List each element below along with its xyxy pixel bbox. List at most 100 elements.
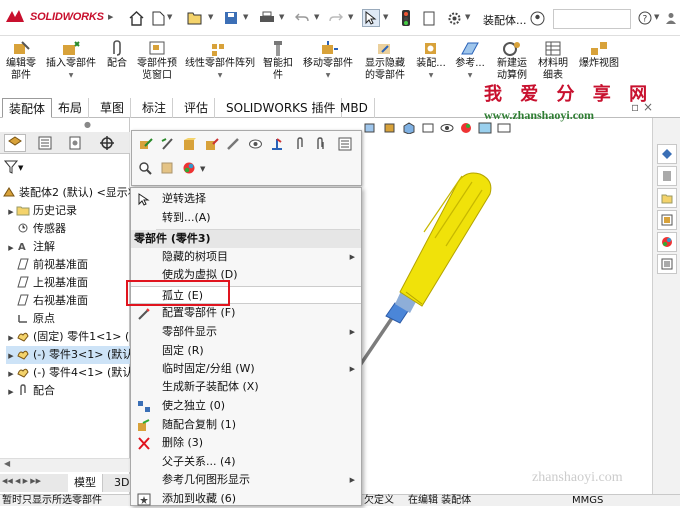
move-with-triad-icon[interactable] [268, 135, 286, 153]
view-orientation-icon[interactable] [402, 122, 416, 134]
panel-grip-icon[interactable]: ● [84, 120, 91, 129]
menu-item-fix[interactable]: 固定 (R) [131, 342, 361, 360]
tree-item-mates[interactable]: ▶ 配合 [6, 382, 55, 400]
save-icon[interactable] [222, 9, 240, 27]
tab-evaluate[interactable]: 评估 [178, 98, 216, 118]
menu-item-temporary-fix-group[interactable]: 临时固定/分组 (W) ▶ [131, 360, 361, 378]
tree-item-origin[interactable]: 原点 [6, 310, 55, 328]
appearances-scenes-icon[interactable] [657, 232, 677, 252]
undo-icon[interactable] [293, 9, 311, 27]
scroll-left-icon[interactable]: ◀ [4, 459, 10, 468]
configuration-manager-tab-icon[interactable] [64, 134, 86, 152]
save-caret[interactable]: ▼ [243, 13, 248, 21]
menu-item-configure-component[interactable]: 配置零部件 (F) [131, 304, 361, 322]
zoom-to-selection-icon[interactable] [136, 159, 154, 177]
menu-item-delete[interactable]: 删除 (3) [131, 434, 361, 452]
zoom-to-fit-icon[interactable] [364, 122, 378, 134]
options-caret[interactable]: ▼ [465, 13, 470, 21]
show-hidden-components-button[interactable]: 显示隐藏 的零部件 [361, 40, 409, 82]
caret-down-icon[interactable]: ▼ [468, 70, 473, 82]
user-icon[interactable] [662, 9, 680, 27]
bill-of-materials-button[interactable]: 材料明 细表 [535, 40, 571, 82]
open-part-icon[interactable] [180, 135, 198, 153]
help-icon[interactable]: ? [636, 9, 654, 27]
caret-down-icon[interactable]: ▼ [69, 70, 74, 82]
solidworks-resources-icon[interactable] [657, 144, 677, 164]
expand-arrow-icon[interactable]: ▶ [6, 347, 16, 365]
feature-tree-tab-icon[interactable] [4, 134, 26, 152]
menu-item-add-to-favorites[interactable]: 添加到收藏 (6) [131, 490, 361, 508]
undo-caret[interactable]: ▼ [314, 13, 319, 21]
tab-mbd[interactable]: MBD [334, 98, 375, 118]
redo-icon[interactable] [327, 9, 345, 27]
new-file-icon[interactable] [149, 9, 167, 27]
custom-properties-icon[interactable] [657, 254, 677, 274]
expand-arrow-icon[interactable]: ▶ [6, 239, 16, 257]
insert-component-button[interactable]: 插入零部件 ▼ [42, 40, 100, 82]
print-icon[interactable] [258, 9, 276, 27]
open-caret[interactable]: ▼ [208, 13, 213, 21]
appearance-icon[interactable] [180, 159, 198, 177]
change-transparency-icon[interactable] [158, 159, 176, 177]
tree-item-top-plane[interactable]: 上视基准面 [6, 274, 88, 292]
menu-item-invert-selection[interactable]: 逆转选择 [131, 190, 361, 208]
edit-part-icon[interactable] [136, 135, 154, 153]
menu-item-make-independent[interactable]: 使之独立 (0) [131, 397, 361, 415]
hide-component-icon[interactable] [246, 135, 264, 153]
expand-arrow-icon[interactable]: ▶ [6, 383, 16, 401]
view-mates-icon[interactable] [312, 135, 330, 153]
tab-solidworks-addins[interactable]: SOLIDWORKS 插件 [220, 98, 343, 118]
edit-assembly-icon[interactable] [202, 135, 220, 153]
mate-icon[interactable] [158, 135, 176, 153]
new-caret[interactable]: ▼ [167, 13, 172, 21]
caret-down-icon[interactable]: ▼ [218, 70, 223, 82]
tree-root-assembly[interactable]: 装配体2 (默认) <显示状 [2, 184, 139, 202]
rebuild-traffic-light-icon[interactable] [397, 9, 415, 27]
user-account-icon[interactable] [528, 9, 546, 27]
status-units[interactable]: MMGS [572, 495, 603, 506]
tree-item-right-plane[interactable]: 右视基准面 [6, 292, 88, 310]
app-logo[interactable]: SOLIDWORKS [4, 8, 104, 26]
section-view-icon[interactable] [383, 122, 397, 134]
new-motion-study-button[interactable]: 新建运 动算例 [492, 40, 532, 82]
reference-geometry-button[interactable]: 参考... ▼ [452, 40, 488, 82]
tree-item-part3[interactable]: ▶ (-) 零件3<1> (默认 [6, 346, 133, 365]
menu-item-parent-child[interactable]: 父子关系... (4) [131, 453, 361, 471]
display-style-icon[interactable] [421, 122, 435, 134]
edit-appearance-icon[interactable] [459, 122, 473, 134]
caret-down-icon[interactable]: ▼ [429, 70, 434, 82]
menu-item-form-new-subassembly[interactable]: 生成新子装配体 (X) [131, 378, 361, 396]
linear-component-pattern-button[interactable]: 线性零部件阵列 ▼ [182, 40, 258, 82]
expand-arrow-icon[interactable]: ▶ [6, 365, 16, 383]
mate-button[interactable]: 配合 [103, 40, 131, 70]
select-caret[interactable]: ▼ [383, 13, 388, 21]
tab-assembly[interactable]: 装配体 [2, 98, 53, 118]
appearance-caret[interactable]: ▼ [200, 165, 205, 173]
sketch-pencil-icon[interactable] [224, 135, 242, 153]
tree-item-front-plane[interactable]: 前视基准面 [6, 256, 88, 274]
tab-model[interactable]: 模型 [68, 474, 103, 492]
move-component-button[interactable]: 移动零部件 ▼ [299, 40, 357, 82]
exploded-view-button[interactable]: 爆炸视图 [575, 40, 623, 70]
smart-fasteners-button[interactable]: 智能扣 件 [261, 40, 295, 82]
screwdriver-model[interactable] [340, 168, 530, 388]
edit-component-button[interactable]: 编辑零 部件 [4, 40, 38, 82]
tree-item-annotations[interactable]: ▶ A 注解 [6, 238, 55, 256]
menu-item-component-display[interactable]: 零部件显示 ▶ [131, 323, 361, 341]
menu-item-hidden-tree-items[interactable]: 隐藏的树项目 ▶ [131, 248, 361, 266]
logo-menu-caret[interactable]: ▶ [108, 13, 113, 21]
tab-nav-arrows-icon[interactable]: ◀◀ ◀ ▶ ▶▶ [2, 477, 41, 485]
component-preview-window-button[interactable]: 零部件预 览窗口 [134, 40, 180, 82]
expand-arrow-icon[interactable]: ▶ [6, 329, 16, 347]
print-caret[interactable]: ▼ [279, 13, 284, 21]
tab-sketch[interactable]: 草图 [94, 98, 132, 118]
help-caret[interactable]: ▼ [654, 13, 659, 21]
tree-item-part4[interactable]: ▶ (-) 零件4<1> (默认 [6, 364, 133, 382]
tree-item-sensors[interactable]: 传感器 [6, 220, 66, 238]
search-input[interactable] [553, 9, 631, 29]
menu-item-goto[interactable]: 转到...(A) [131, 209, 361, 227]
dimxpert-tab-icon[interactable] [96, 134, 118, 152]
menu-item-copy-with-mates[interactable]: 随配合复制 (1) [131, 416, 361, 434]
open-folder-icon[interactable] [186, 9, 204, 27]
caret-down-icon[interactable]: ▼ [326, 70, 331, 82]
